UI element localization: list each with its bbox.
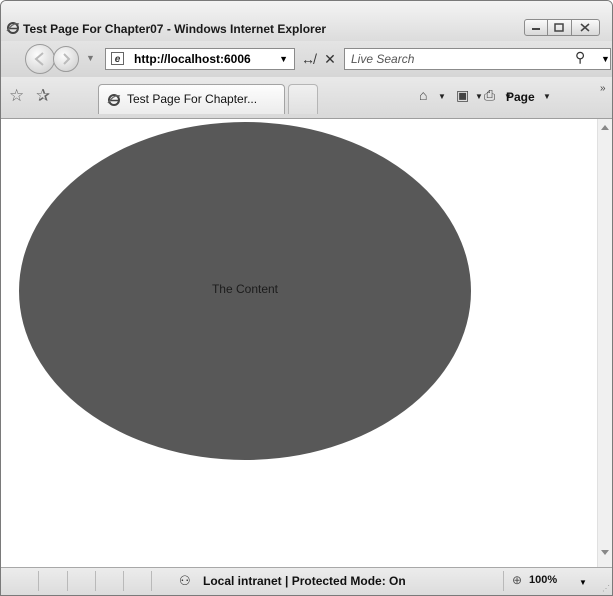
title-bar[interactable]: Test Page For Chapter07 - Windows Intern… (1, 1, 612, 41)
print-icon[interactable]: ⎙ (484, 87, 495, 104)
network-zone-icon: ⚇ (179, 573, 191, 588)
home-icon[interactable]: ⌂ (419, 87, 427, 103)
address-dropdown-icon[interactable]: ▼ (279, 54, 288, 64)
forward-arrow-icon (63, 53, 71, 65)
new-tab-button[interactable] (288, 84, 318, 114)
minimize-button[interactable] (524, 19, 548, 36)
window-controls (524, 19, 600, 36)
tab-toolbar: ☆ ✰ Test Page For Chapter... ⌂ ▼ ▣ ▼ ⎙ ▼… (1, 77, 612, 119)
security-zone-text[interactable]: Local intranet | Protected Mode: On (203, 574, 406, 588)
recent-pages-dropdown-icon[interactable]: ▼ (86, 53, 95, 63)
close-icon (580, 23, 590, 32)
tab-test-page[interactable]: Test Page For Chapter... (98, 84, 285, 114)
feeds-dropdown-icon[interactable]: ▼ (475, 92, 483, 101)
status-divider (151, 571, 152, 591)
ie-logo-icon (6, 22, 20, 34)
refresh-icon[interactable]: ↮ (297, 48, 319, 70)
window-title: Test Page For Chapter07 - Windows Intern… (23, 22, 327, 36)
navigation-bar: ▼ e http://localhost:6006 ▼ ↮ ✕ Live Sea… (1, 41, 612, 77)
address-input[interactable]: http://localhost:6006 (134, 52, 268, 66)
browser-window: Test Page For Chapter07 - Windows Intern… (0, 0, 613, 596)
page-content: The Content (1, 119, 597, 567)
status-divider (67, 571, 68, 591)
maximize-icon (554, 23, 564, 32)
stop-icon[interactable]: ✕ (319, 48, 341, 70)
minimize-icon (532, 28, 540, 30)
zoom-icon[interactable]: ⊕ (512, 573, 522, 587)
page-menu[interactable]: Page (506, 90, 535, 104)
back-arrow-icon (34, 52, 44, 66)
page-dropdown-icon[interactable]: ▼ (543, 92, 551, 101)
ellipse-text: The Content (211, 282, 279, 296)
status-divider (38, 571, 39, 591)
zoom-level[interactable]: 100% (529, 574, 557, 586)
ie-logo-icon (107, 94, 121, 106)
content-ellipse: The Content (19, 122, 471, 460)
status-divider (123, 571, 124, 591)
status-divider (503, 571, 504, 591)
address-bar[interactable]: e http://localhost:6006 ▼ (105, 48, 295, 70)
forward-button[interactable] (53, 46, 79, 72)
status-divider (95, 571, 96, 591)
tab-label: Test Page For Chapter... (127, 92, 258, 106)
search-box[interactable]: Live Search ⚲ ▼ (344, 48, 611, 70)
resize-grip-icon[interactable]: ⋰ (602, 584, 610, 593)
vertical-scrollbar[interactable] (597, 119, 612, 567)
zoom-dropdown-icon[interactable]: ▼ (579, 578, 587, 587)
maximize-button[interactable] (548, 19, 572, 36)
chevron-more-icon[interactable]: » (600, 83, 606, 94)
search-options-dropdown-icon[interactable]: ▼ (601, 54, 610, 64)
back-button[interactable] (25, 44, 55, 74)
search-icon[interactable]: ⚲ (575, 49, 585, 66)
favorites-star-icon[interactable]: ☆ (9, 86, 24, 106)
close-button[interactable] (572, 19, 600, 36)
status-bar: ⚇ Local intranet | Protected Mode: On ⊕ … (1, 567, 612, 595)
page-icon: e (111, 52, 124, 65)
add-favorites-icon[interactable]: ✰ (36, 86, 50, 106)
scroll-up-arrow-icon[interactable] (601, 125, 609, 130)
home-dropdown-icon[interactable]: ▼ (438, 92, 446, 101)
rss-feed-icon[interactable]: ▣ (456, 87, 469, 104)
search-input[interactable]: Live Search (351, 52, 414, 66)
scroll-down-arrow-icon[interactable] (601, 550, 609, 555)
